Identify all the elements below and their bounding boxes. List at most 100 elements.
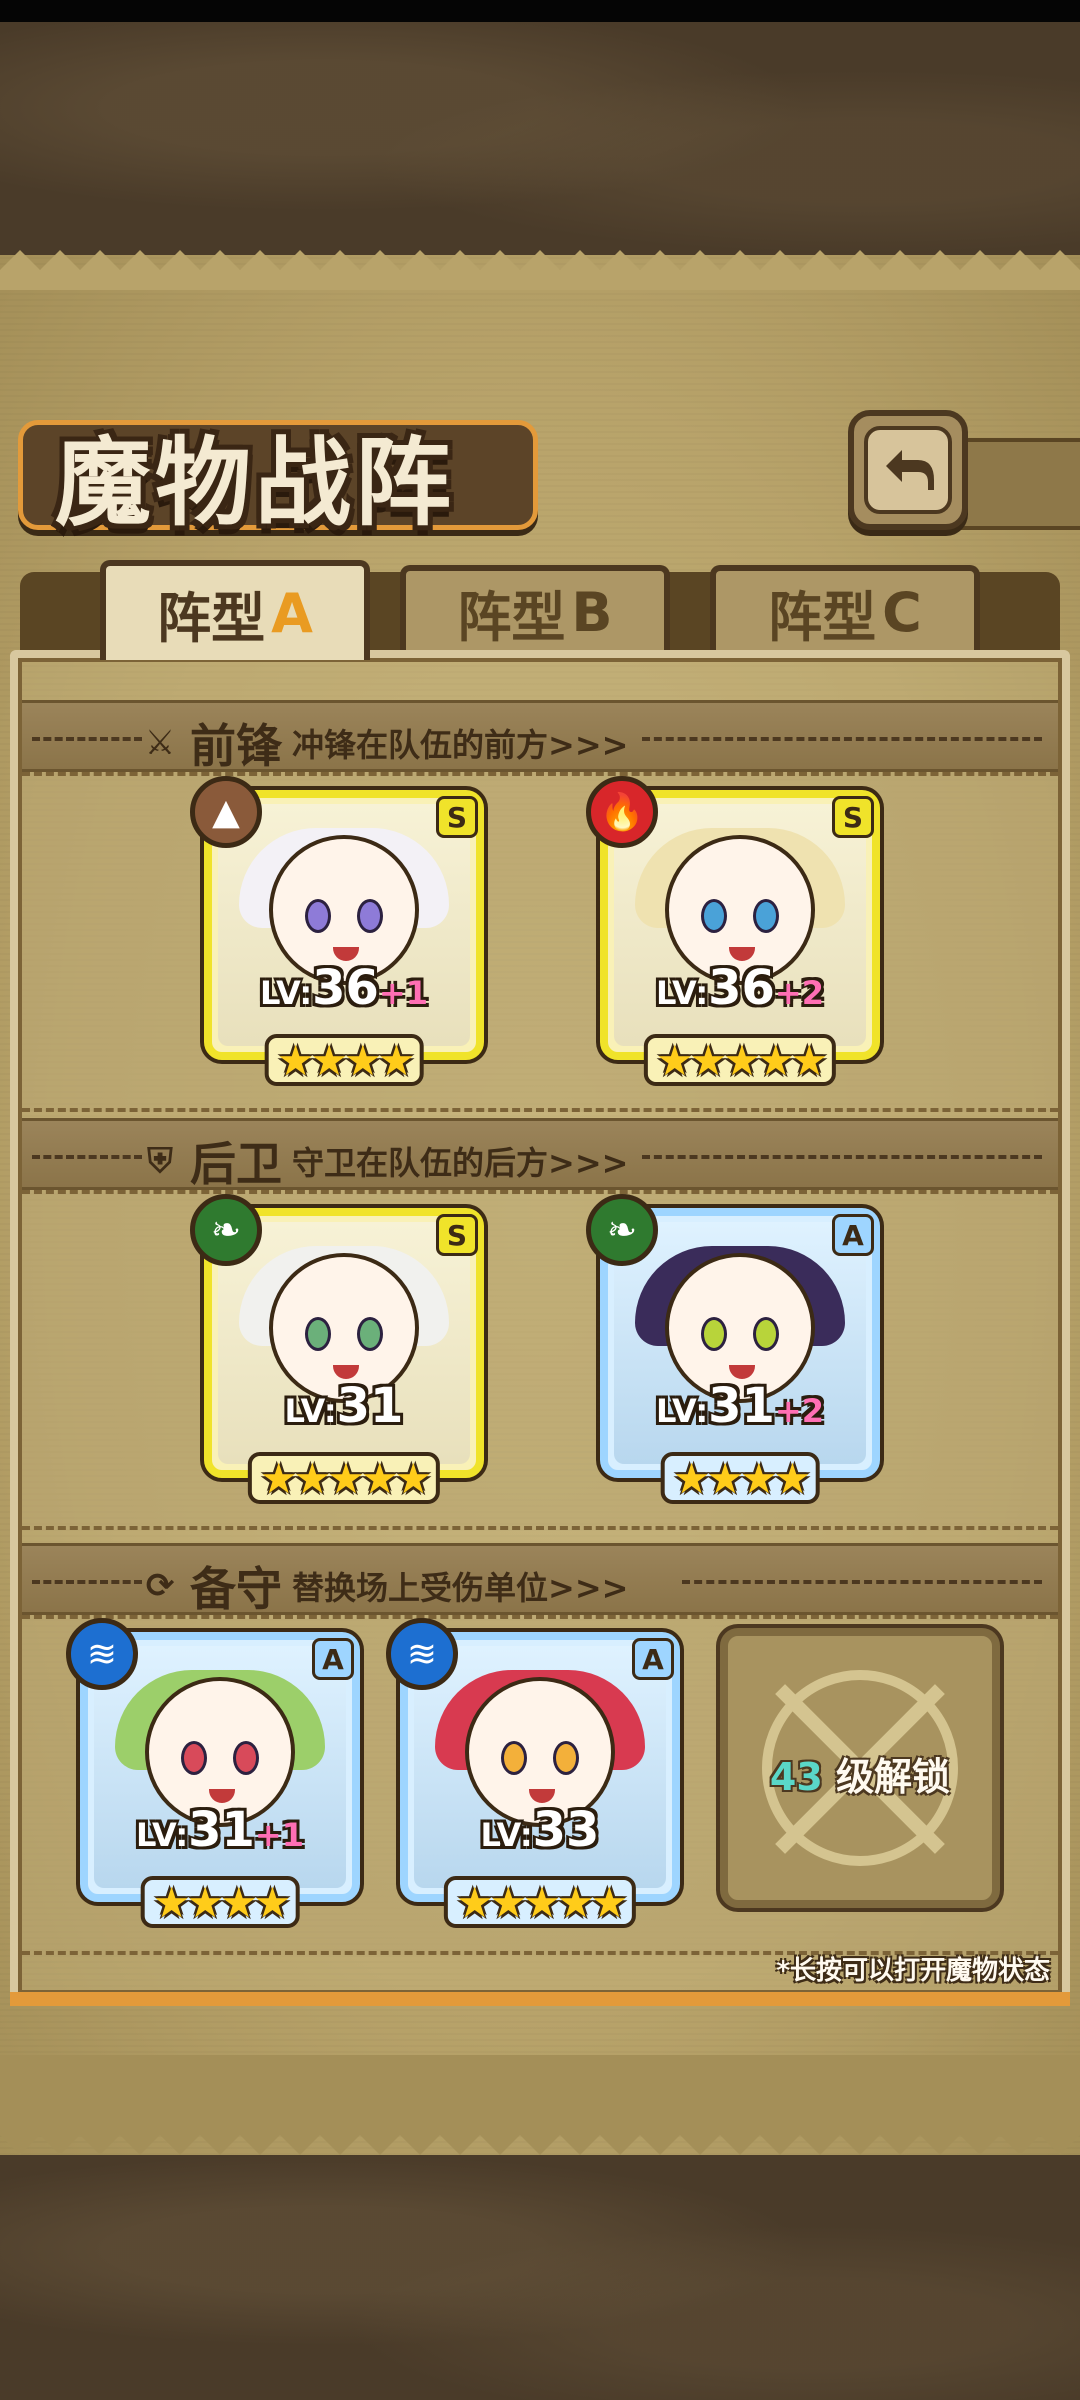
monster-eye [701,899,727,934]
level-bonus: +2 [774,974,824,1012]
monster-eye [357,1317,383,1352]
star-icon: ★ [689,1035,728,1085]
section-back-label: ⛨ 后卫 守卫在队伍的后方>>> [140,1128,628,1194]
star-rating: ★ ★ ★ ★ ★ [643,1034,837,1086]
front-row-shelf [22,772,1058,1112]
leaf-element-icon: ❧ [586,1194,658,1266]
tab-label: 阵型 [768,585,877,649]
level-prefix: LV: [284,1392,337,1430]
star-icon: ★ [327,1453,365,1503]
star-icon: ★ [455,1877,494,1927]
earth-element-icon: ▲ [190,776,262,848]
level-value: 36 [312,960,379,1016]
star-icon: ★ [655,1035,694,1085]
star-icon: ★ [740,1453,778,1503]
monster-eye [233,1741,259,1776]
divider [32,737,142,741]
monster-card[interactable]: S ❧ LV:31 ★ ★ ★ ★ ★ [190,1194,484,1504]
section-back-desc: 守卫在队伍的后方>>> [292,1144,629,1182]
section-front-desc: 冲锋在队伍的前方>>> [292,726,629,764]
rank-badge: S [832,796,874,838]
monster-eye [553,1741,579,1776]
panel-bottom-bar [10,1992,1070,2006]
tab-label: 阵型 [157,586,266,650]
level-value: 36 [708,960,775,1016]
level-label: LV:31+1 [136,1802,304,1858]
divider [642,1155,1042,1159]
section-reserve-name: 备守 [190,1562,282,1616]
monster-eye [753,1317,779,1352]
tab-letter: A [271,581,313,645]
star-icon: ★ [672,1453,711,1503]
level-bonus: +1 [254,1816,304,1854]
monster-card[interactable]: S ▲ LV:36+1 ★ ★ ★ ★ [190,776,484,1086]
unlock-level: 43 [769,1755,823,1799]
star-rating: ★ ★ ★ ★ [660,1452,820,1504]
level-prefix: LV: [656,1392,709,1430]
status-bar [0,0,1080,22]
tab-formation-b[interactable]: 阵型 B [400,565,670,653]
monster-card[interactable]: A ❧ LV:31+2 ★ ★ ★ ★ [586,1194,880,1504]
level-prefix: LV: [260,974,313,1012]
tab-formation-a[interactable]: 阵型 A [100,560,370,660]
star-icon: ★ [706,1453,744,1503]
rank-badge: A [632,1638,674,1680]
divider [32,1155,142,1159]
monster-eye [305,899,331,934]
tab-letter: B [571,580,613,644]
monster-eye [357,899,383,934]
level-label: LV:33 [481,1802,600,1858]
fire-element-icon: 🔥 [586,776,658,848]
star-icon: ★ [394,1453,432,1503]
level-prefix: LV: [480,1816,533,1854]
star-icon: ★ [310,1035,348,1085]
star-icon: ★ [186,1877,224,1927]
level-label: LV:31+2 [656,1378,824,1434]
monster-eye [501,1741,527,1776]
section-back-name: 后卫 [190,1137,282,1191]
rank-badge: A [312,1638,354,1680]
tab-label: 阵型 [457,585,566,649]
back-button[interactable] [848,410,968,530]
water-element-icon: ≋ [386,1618,458,1690]
level-label: LV:36+2 [656,960,824,1016]
star-icon: ★ [773,1453,812,1503]
star-icon: ★ [377,1035,416,1085]
star-icon: ★ [220,1877,258,1927]
level-value: 31 [708,1378,775,1434]
level-value: 31 [336,1378,404,1434]
unlock-requirement: 43 级解锁 [728,1746,992,1801]
zigzag-edge-top [0,250,1080,290]
monster-card[interactable]: S 🔥 LV:36+2 ★ ★ ★ ★ ★ [586,776,880,1086]
locked-slot[interactable]: 43 级解锁 [720,1628,1000,1908]
star-icon: ★ [556,1877,595,1927]
monster-eye [753,899,779,934]
star-rating: ★ ★ ★ ★ [140,1876,300,1928]
star-icon: ★ [790,1035,828,1085]
section-front-label: ⚔ 前锋 冲锋在队伍的前方>>> [140,710,629,776]
level-bonus: +2 [774,1392,824,1430]
unlock-text: 级解锁 [836,1755,951,1799]
rank-badge: S [436,796,478,838]
monster-card[interactable]: A ≋ LV:33 ★ ★ ★ ★ ★ [386,1618,680,1928]
monster-eye [701,1317,727,1352]
star-icon: ★ [723,1035,761,1085]
level-label: LV:36+1 [260,960,428,1016]
tab-formation-c[interactable]: 阵型 C [710,565,980,653]
back-arrow-icon [864,426,952,514]
page-title: 魔物战阵 [55,427,455,539]
star-icon: ★ [276,1035,315,1085]
map-background-top [0,0,1080,270]
back-row-shelf [22,1190,1058,1530]
star-icon: ★ [360,1453,399,1503]
star-icon: ★ [293,1453,332,1503]
star-rating: ★ ★ ★ ★ ★ [443,1876,637,1928]
map-background-bottom [0,2150,1080,2400]
level-label: LV:31 [285,1378,404,1434]
section-reserve-label: ⟳ 备守 替换场上受伤单位>>> [140,1553,629,1619]
star-icon: ★ [489,1877,528,1927]
monster-card[interactable]: A ≋ LV:31+1 ★ ★ ★ ★ [66,1618,360,1928]
rank-badge: S [436,1214,478,1256]
level-bonus: +1 [378,974,428,1012]
swap-icon: ⟳ [145,1566,175,1606]
